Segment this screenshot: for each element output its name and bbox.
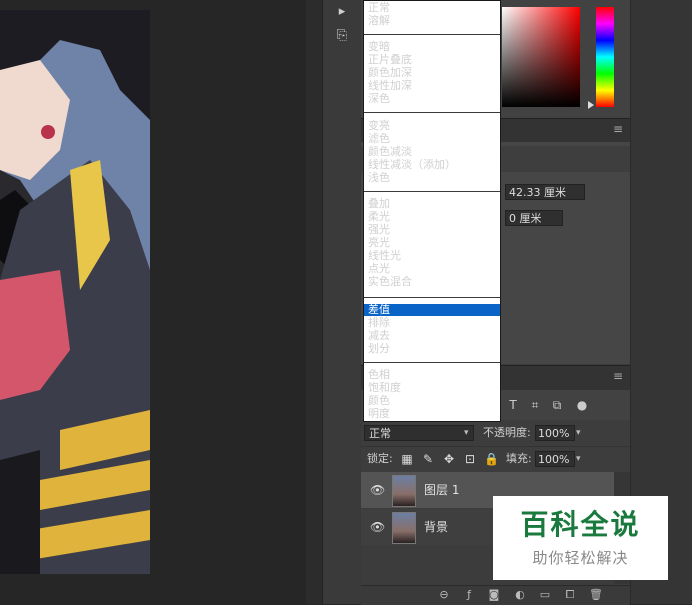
filter-toggle-icon[interactable]: ●: [575, 398, 589, 412]
blend-option[interactable]: 滤色: [368, 132, 390, 145]
blend-option[interactable]: 明度: [368, 407, 390, 420]
blend-option[interactable]: 变暗: [368, 40, 390, 53]
lock-transparent-pixels-icon[interactable]: ▦: [400, 451, 414, 467]
new-layer-icon[interactable]: ⧠: [563, 588, 577, 602]
blend-option[interactable]: 划分: [368, 342, 390, 355]
eye-icon[interactable]: 👁: [370, 483, 385, 497]
blend-option[interactable]: 颜色: [368, 394, 390, 407]
panel-tool-strip: ▸ ⎘: [322, 0, 361, 604]
blend-option[interactable]: 变亮: [368, 119, 390, 132]
blend-option[interactable]: 正片叠底: [368, 53, 412, 66]
properties-menu-icon[interactable]: ≡: [612, 122, 624, 136]
blend-option-selected[interactable]: 差值: [368, 303, 390, 316]
blend-option[interactable]: 柔光: [368, 210, 390, 223]
dropdown-separator: [364, 191, 500, 192]
link-layers-icon[interactable]: ⊖: [437, 588, 451, 602]
blend-option[interactable]: 色相: [368, 368, 390, 381]
layer-style-icon[interactable]: ƒ: [462, 588, 476, 602]
fill-label: 填充:: [506, 452, 532, 465]
blend-option[interactable]: 亮光: [368, 236, 390, 249]
lock-image-pixels-icon[interactable]: ✎: [421, 451, 435, 467]
blend-option[interactable]: 点光: [368, 262, 390, 275]
opacity-field[interactable]: 100%: [535, 425, 575, 441]
blend-option[interactable]: 叠加: [368, 197, 390, 210]
blend-option[interactable]: 浅色: [368, 171, 390, 184]
dropdown-separator: [364, 297, 500, 298]
dropdown-separator: [364, 34, 500, 35]
add-mask-icon[interactable]: ◙: [487, 588, 501, 602]
layers-menu-icon[interactable]: ≡: [612, 369, 624, 383]
delete-layer-icon[interactable]: 🗑: [589, 588, 603, 602]
blend-option[interactable]: 实色混合: [368, 275, 412, 288]
x-position-field[interactable]: 0 厘米: [505, 210, 563, 226]
blend-option[interactable]: 线性减淡（添加）: [368, 158, 456, 171]
new-group-icon[interactable]: ▭: [538, 588, 552, 602]
blend-option[interactable]: 饱和度: [368, 381, 401, 394]
dropdown-separator: [364, 112, 500, 113]
blend-option[interactable]: 深色: [368, 92, 390, 105]
blend-option[interactable]: 强光: [368, 223, 390, 236]
layer-thumbnail: [392, 475, 416, 507]
play-action-icon[interactable]: ▸: [332, 2, 352, 22]
dropdown-separator: [364, 362, 500, 363]
blend-option[interactable]: 线性加深: [368, 79, 412, 92]
watermark-title: 百科全说: [520, 508, 641, 541]
fill-chevron-icon[interactable]: ▾: [576, 451, 586, 467]
lock-label: 锁定:: [367, 452, 393, 465]
blend-option[interactable]: 颜色减淡: [368, 145, 412, 158]
opacity-label: 不透明度:: [483, 426, 531, 439]
layer-name: 图层 1: [424, 483, 460, 497]
blend-option[interactable]: 排除: [368, 316, 390, 329]
blend-option[interactable]: 减去: [368, 329, 390, 342]
hue-pointer-icon[interactable]: [588, 101, 594, 109]
color-picker-field[interactable]: [502, 7, 580, 107]
blend-option[interactable]: 颜色加深: [368, 66, 412, 79]
width-field[interactable]: 42.33 厘米: [505, 184, 585, 200]
canvas-scrollbar[interactable]: [306, 0, 322, 604]
character-panel-icon[interactable]: ⎘: [332, 26, 352, 46]
lock-position-icon[interactable]: ✥: [442, 451, 456, 467]
lock-artboard-icon[interactable]: ⊡: [463, 451, 477, 467]
adjustment-layer-icon[interactable]: ◐: [513, 588, 527, 602]
eye-icon[interactable]: 👁: [370, 520, 385, 534]
type-filter-icon[interactable]: T: [506, 398, 520, 412]
chevron-down-icon[interactable]: ▾: [464, 426, 474, 440]
layer-thumbnail: [392, 512, 416, 544]
fill-field[interactable]: 100%: [535, 451, 575, 467]
lock-all-icon[interactable]: 🔒: [484, 451, 499, 467]
hue-slider[interactable]: [596, 7, 614, 107]
blend-option[interactable]: 线性光: [368, 249, 401, 262]
artwork-image: [0, 10, 150, 574]
blend-option[interactable]: 溶解: [368, 14, 390, 27]
blend-mode-select[interactable]: 正常: [364, 425, 474, 441]
layer-name: 背景: [424, 520, 449, 534]
opacity-chevron-icon[interactable]: ▾: [576, 425, 586, 441]
smart-object-filter-icon[interactable]: ⧉: [550, 398, 564, 412]
blend-option[interactable]: 正常: [368, 1, 390, 14]
shape-filter-icon[interactable]: ⌗: [528, 398, 542, 412]
watermark-subtitle: 助你轻松解决: [532, 549, 629, 567]
